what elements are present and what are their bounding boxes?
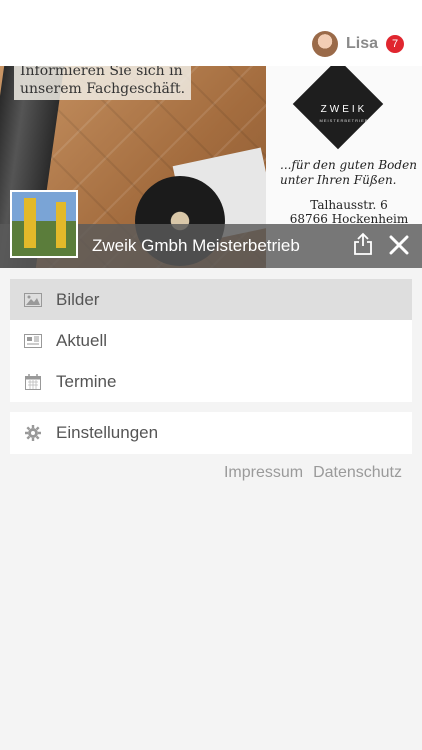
gear-icon [24,424,42,442]
top-bar: Lisa 7 [0,0,422,66]
user-profile[interactable]: Lisa 7 [311,30,404,58]
avatar[interactable] [311,31,338,57]
address-line: Talhausstr. 6 [310,198,388,212]
menu-item-label: Aktuell [56,330,108,350]
company-thumbnail[interactable] [10,190,78,258]
username[interactable]: Lisa [346,35,378,53]
footer-links: Impressum Datenschutz [224,464,402,482]
image-icon [24,291,42,309]
thumbnail-banner-left [24,198,36,248]
tagline-line: ...für den guten Boden [280,158,417,172]
close-icon[interactable] [388,234,410,256]
menu-item-termine[interactable]: Termine [10,361,412,402]
newspaper-icon [24,332,42,350]
notification-badge[interactable]: 7 [386,35,404,53]
impressum-link[interactable]: Impressum [224,464,303,482]
tagline-line: unter Ihren Füßen. [280,173,397,187]
tagline: ...für den guten Boden unter Ihren Füßen… [280,158,420,188]
menu-item-einstellungen[interactable]: Einstellungen [10,412,412,453]
hero-overlay-line: unserem Fachgeschäft. [20,81,186,97]
settings-menu: Einstellungen [10,412,412,454]
page-title: Zweik Gmbh Meisterbetrieb [92,236,300,255]
main-menu: Bilder Aktuell Termine [10,279,412,402]
menu-item-label: Bilder [56,289,100,309]
menu-item-aktuell[interactable]: Aktuell [10,320,412,361]
datenschutz-link[interactable]: Datenschutz [313,464,402,482]
logo-subtitle: MEISTERBETRIEB [319,118,369,123]
menu-item-label: Termine [56,371,117,391]
menu-item-bilder[interactable]: Bilder [10,279,412,320]
hero-overlay-text: Informieren Sie sich in unserem Fachgesc… [14,66,192,100]
address: Talhausstr. 6 68766 Hockenheim [284,198,414,226]
logo-name: ZWEIK [320,104,368,115]
hero-overlay-line: Informieren Sie sich in [20,66,183,79]
thumbnail-banner-right [56,202,66,248]
menu-item-label: Einstellungen [56,422,159,442]
calendar-icon [24,373,42,391]
share-icon[interactable] [352,232,374,256]
